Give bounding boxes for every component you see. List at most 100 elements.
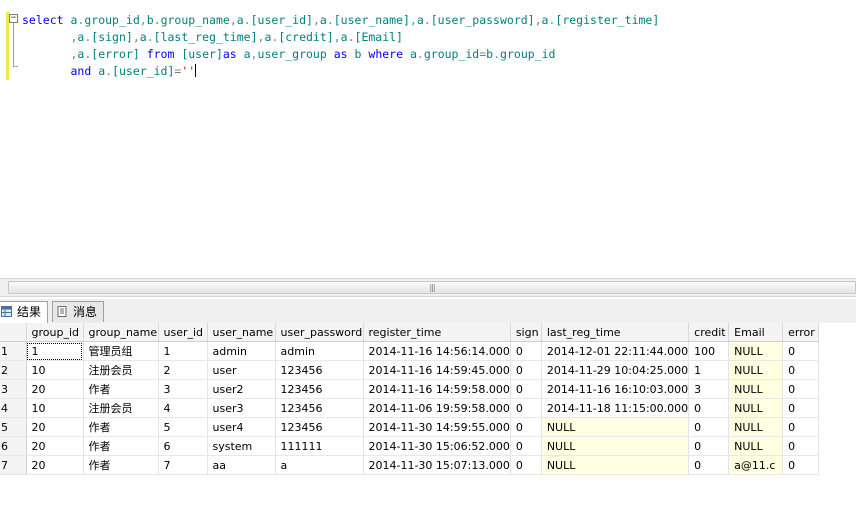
table-cell[interactable]: 2014-11-30 15:06:52.000: [363, 436, 511, 456]
table-cell[interactable]: 3: [688, 379, 730, 399]
table-cell[interactable]: 作者: [83, 379, 159, 399]
table-cell[interactable]: 0: [510, 436, 542, 456]
collapse-icon[interactable]: −: [9, 14, 18, 23]
table-cell[interactable]: 2014-12-01 22:11:44.000: [541, 341, 690, 361]
column-header-user-name[interactable]: user_name: [207, 323, 276, 342]
table-cell[interactable]: 0: [510, 341, 542, 361]
table-row[interactable]: 4 10 注册会员 4 user3 123456 2014-11-06 19:59:58.0…: [0, 398, 820, 418]
table-row[interactable]: 6 20 作者 6 system 111111 2014-11-30 15:06:52.00…: [0, 436, 820, 456]
table-row[interactable]: 7 20 作者 7 aa a 2014-11-30 15:07:13.000 0 NULL 0 a@…: [0, 455, 820, 475]
table-cell[interactable]: 2014-11-18 11:15:00.000: [541, 398, 690, 418]
table-cell[interactable]: user3: [207, 398, 276, 418]
table-cell[interactable]: 20: [26, 379, 84, 399]
tab-results[interactable]: 结果: [0, 301, 49, 323]
table-cell[interactable]: a: [275, 455, 364, 475]
table-cell[interactable]: admin: [207, 341, 276, 361]
column-header-last-reg-time[interactable]: last_reg_time: [541, 323, 690, 342]
table-cell[interactable]: 0: [782, 455, 820, 475]
table-cell[interactable]: NULL: [728, 417, 784, 437]
column-header-error[interactable]: error: [782, 323, 820, 342]
table-row[interactable]: 3 20 作者 3 user2 123456 2014-11-16 14:59:58.000…: [0, 379, 820, 399]
table-cell[interactable]: 0: [782, 417, 820, 437]
table-cell[interactable]: 10: [26, 398, 84, 418]
table-cell[interactable]: 0: [510, 379, 542, 399]
table-cell[interactable]: user: [207, 360, 276, 380]
table-cell[interactable]: 0: [510, 417, 542, 437]
table-cell[interactable]: system: [207, 436, 276, 456]
table-cell[interactable]: 管理员组: [83, 341, 159, 361]
table-cell[interactable]: 10: [26, 360, 84, 380]
table-cell[interactable]: 20: [26, 417, 84, 437]
table-cell[interactable]: 7: [158, 455, 208, 475]
column-header-group-id[interactable]: group_id: [26, 323, 84, 342]
row-number[interactable]: 1: [0, 341, 27, 361]
table-cell[interactable]: NULL: [541, 436, 690, 456]
column-header-sign[interactable]: sign: [510, 323, 542, 342]
table-row[interactable]: 1 1 管理员组 1 admin admin 2014-11-16 14:56:14.000…: [0, 341, 820, 361]
table-cell[interactable]: 注册会员: [83, 360, 159, 380]
scrollbar-thumb[interactable]: |||: [8, 281, 856, 294]
table-cell[interactable]: a@11.c: [728, 455, 784, 475]
column-header-user-id[interactable]: user_id: [158, 323, 208, 342]
sql-line[interactable]: and a.[user_id]='': [22, 63, 659, 80]
table-cell[interactable]: 20: [26, 436, 84, 456]
sql-editor[interactable]: − select a.group_id,b.group_name,a.[user…: [0, 0, 856, 278]
table-cell[interactable]: 2014-11-30 14:59:55.000: [363, 417, 511, 437]
table-cell[interactable]: NULL: [728, 379, 784, 399]
row-number[interactable]: 5: [0, 417, 27, 437]
tab-messages[interactable]: 消息: [52, 301, 105, 322]
table-cell[interactable]: user4: [207, 417, 276, 437]
table-cell[interactable]: 5: [158, 417, 208, 437]
table-cell[interactable]: 0: [510, 360, 542, 380]
table-cell[interactable]: 0: [688, 436, 730, 456]
table-row[interactable]: 5 20 作者 5 user4 123456 2014-11-30 14:59:55.000…: [0, 417, 820, 437]
table-cell[interactable]: 2014-11-16 14:56:14.000: [363, 341, 511, 361]
table-cell[interactable]: NULL: [728, 341, 784, 361]
table-cell[interactable]: 1: [26, 341, 84, 361]
table-cell[interactable]: admin: [275, 341, 364, 361]
table-cell[interactable]: NULL: [541, 455, 690, 475]
table-cell[interactable]: 1: [158, 341, 208, 361]
table-cell[interactable]: 2014-11-16 14:59:58.000: [363, 379, 511, 399]
table-cell[interactable]: 123456: [275, 417, 364, 437]
table-cell[interactable]: 123456: [275, 398, 364, 418]
table-cell[interactable]: 2: [158, 360, 208, 380]
row-number[interactable]: 2: [0, 360, 27, 380]
table-cell[interactable]: 4: [158, 398, 208, 418]
results-grid[interactable]: group_id group_name user_id user_name user_p…: [0, 323, 856, 509]
sql-line[interactable]: select a.group_id,b.group_name,a.[user_i…: [22, 12, 659, 29]
table-cell[interactable]: NULL: [728, 436, 784, 456]
column-header-register-time[interactable]: register_time: [363, 323, 511, 342]
table-cell[interactable]: 123456: [275, 360, 364, 380]
column-header-user-password[interactable]: user_password: [275, 323, 364, 342]
table-cell[interactable]: 2014-11-30 15:07:13.000: [363, 455, 511, 475]
table-row[interactable]: 2 10 注册会员 2 user 123456 2014-11-16 14:59:45.00…: [0, 360, 820, 380]
table-cell[interactable]: 123456: [275, 379, 364, 399]
table-cell[interactable]: 0: [782, 341, 820, 361]
table-cell[interactable]: 6: [158, 436, 208, 456]
table-cell[interactable]: 0: [688, 455, 730, 475]
table-cell[interactable]: 0: [688, 398, 730, 418]
table-cell[interactable]: 注册会员: [83, 398, 159, 418]
sql-line[interactable]: ,a.[error] from [user]as a,user_group as…: [22, 46, 659, 63]
editor-horizontal-scrollbar[interactable]: |||: [0, 278, 856, 297]
column-header-group-name[interactable]: group_name: [83, 323, 159, 342]
table-cell[interactable]: 2014-11-16 14:59:45.000: [363, 360, 511, 380]
table-cell[interactable]: NULL: [541, 417, 690, 437]
table-cell[interactable]: 0: [510, 398, 542, 418]
table-cell[interactable]: 0: [782, 436, 820, 456]
table-cell[interactable]: NULL: [728, 398, 784, 418]
table-cell[interactable]: 100: [688, 341, 730, 361]
table-cell[interactable]: aa: [207, 455, 276, 475]
table-cell[interactable]: 0: [782, 379, 820, 399]
table-cell[interactable]: 作者: [83, 455, 159, 475]
column-header-email[interactable]: Email: [728, 323, 784, 342]
table-cell[interactable]: user2: [207, 379, 276, 399]
table-cell[interactable]: 3: [158, 379, 208, 399]
grid-corner[interactable]: [0, 323, 27, 342]
table-cell[interactable]: 作者: [83, 436, 159, 456]
table-cell[interactable]: 0: [782, 360, 820, 380]
table-cell[interactable]: 0: [510, 455, 542, 475]
table-cell[interactable]: 1: [688, 360, 730, 380]
column-header-credit[interactable]: credit: [688, 323, 730, 342]
